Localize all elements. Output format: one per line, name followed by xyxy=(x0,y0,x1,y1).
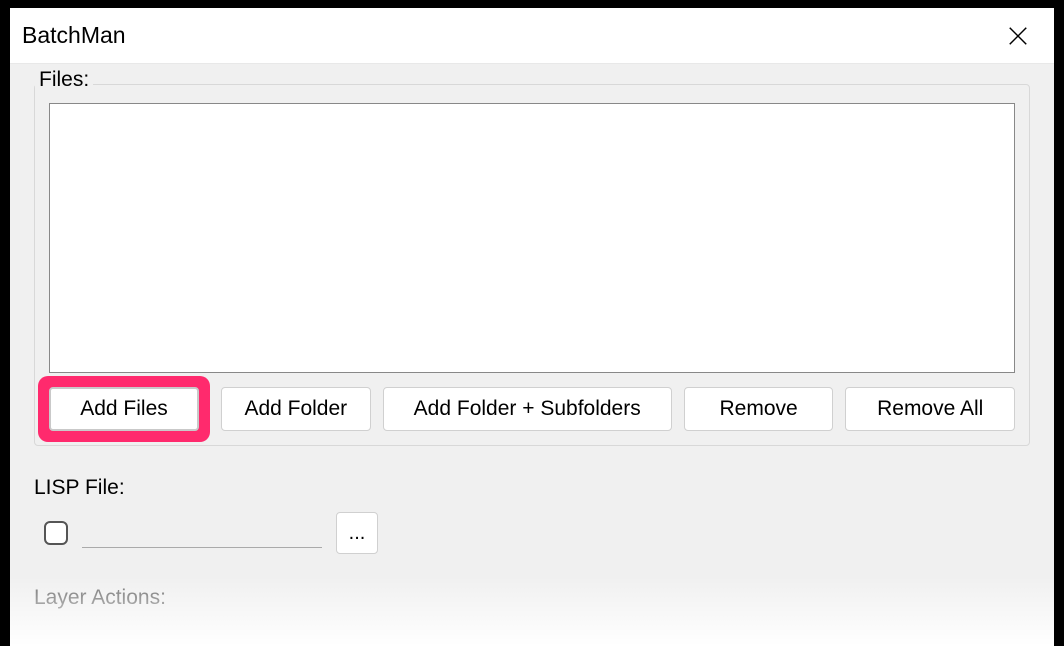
lisp-browse-button[interactable]: ... xyxy=(336,512,378,554)
remove-button[interactable]: Remove xyxy=(684,387,834,431)
remove-all-button[interactable]: Remove All xyxy=(845,387,1015,431)
window-title: BatchMan xyxy=(22,22,126,49)
add-files-button[interactable]: Add Files xyxy=(49,387,199,431)
close-button[interactable] xyxy=(998,16,1038,56)
files-fieldset: Files: Add Files Add Folder Add Folder +… xyxy=(34,84,1030,446)
layer-actions-label: Layer Actions: xyxy=(34,586,1030,610)
lisp-section: LISP File: ... xyxy=(34,476,1030,554)
close-icon xyxy=(1007,25,1029,47)
files-listbox[interactable] xyxy=(49,103,1015,373)
highlight-annotation: Add Files xyxy=(38,376,210,442)
lisp-file-input[interactable] xyxy=(82,518,322,548)
add-folder-subfolders-button[interactable]: Add Folder + Subfolders xyxy=(383,387,672,431)
files-legend: Files: xyxy=(35,68,93,92)
lisp-row: ... xyxy=(34,512,1030,554)
files-button-row: Add Files Add Folder Add Folder + Subfol… xyxy=(49,387,1015,431)
lisp-file-label: LISP File: xyxy=(34,476,1030,500)
lisp-checkbox[interactable] xyxy=(44,521,68,545)
dialog-window: BatchMan Files: Add Files Add Folder Add… xyxy=(10,8,1054,646)
add-folder-button[interactable]: Add Folder xyxy=(221,387,371,431)
titlebar: BatchMan xyxy=(10,8,1054,64)
content-area: Files: Add Files Add Folder Add Folder +… xyxy=(10,64,1054,646)
